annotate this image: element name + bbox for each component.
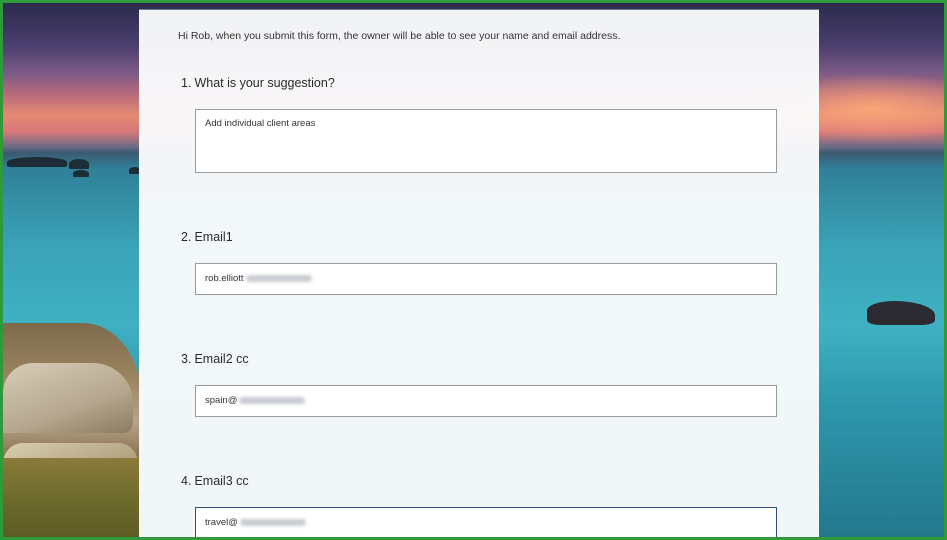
redacted-text bbox=[239, 518, 306, 526]
question-title: What is your suggestion? bbox=[194, 76, 335, 90]
question-3-label: 3. Email2 cc bbox=[181, 352, 249, 366]
question-number: 4. bbox=[181, 474, 192, 488]
background-island bbox=[7, 157, 67, 167]
background-island bbox=[69, 159, 89, 169]
background-grass bbox=[3, 458, 143, 537]
email2-cc-input[interactable]: spain@ bbox=[195, 385, 777, 417]
email2-value: spain@ bbox=[205, 395, 238, 406]
question-number: 1. bbox=[181, 76, 192, 90]
email1-value: rob.elliott bbox=[205, 273, 244, 284]
question-title: Email2 cc bbox=[194, 352, 249, 366]
question-number: 3. bbox=[181, 352, 192, 366]
window-frame: Hi Rob, when you submit this form, the o… bbox=[0, 0, 947, 540]
form-sheet: Hi Rob, when you submit this form, the o… bbox=[139, 9, 819, 537]
suggestion-textarea[interactable]: Add individual client areas bbox=[195, 109, 777, 173]
question-4-label: 4. Email3 cc bbox=[181, 474, 249, 488]
email3-value: travel@ bbox=[205, 517, 238, 528]
redacted-text bbox=[239, 396, 306, 404]
background-rock bbox=[3, 363, 133, 433]
form-intro-text: Hi Rob, when you submit this form, the o… bbox=[178, 30, 621, 42]
suggestion-value: Add individual client areas bbox=[205, 118, 316, 129]
redacted-text bbox=[245, 274, 312, 282]
question-title: Email1 bbox=[194, 230, 233, 244]
question-title: Email3 cc bbox=[194, 474, 249, 488]
question-number: 2. bbox=[181, 230, 192, 244]
email1-input[interactable]: rob.elliott bbox=[195, 263, 777, 295]
question-2-label: 2. Email1 bbox=[181, 230, 233, 244]
email3-cc-input[interactable]: travel@ bbox=[195, 507, 777, 537]
background-island bbox=[73, 170, 89, 177]
question-1-label: 1. What is your suggestion? bbox=[181, 76, 335, 90]
